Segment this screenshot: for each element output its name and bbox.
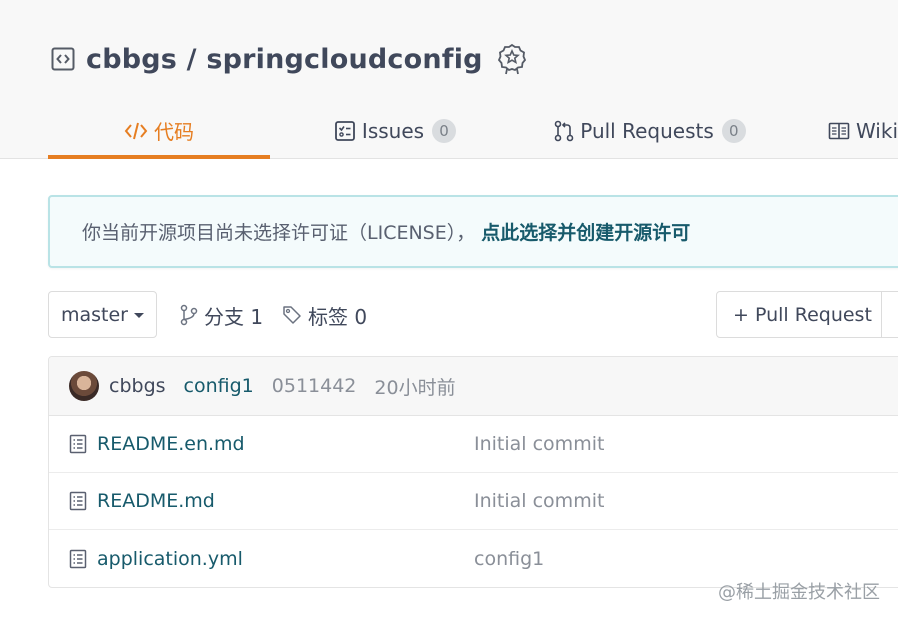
branches-link[interactable]: 分支 1 <box>180 298 263 332</box>
issues-count-badge: 0 <box>432 118 457 143</box>
file-icon <box>69 491 87 511</box>
file-icon <box>69 434 87 454</box>
file-list: cbbgs config1 0511442 20小时前 README.en.md… <box>48 356 898 588</box>
wiki-book-icon <box>828 122 850 140</box>
tab-pull-requests[interactable]: Pull Requests 0 <box>520 102 780 159</box>
choose-license-link[interactable]: 点此选择并创建开源许可 <box>481 218 690 245</box>
pull-request-icon <box>554 120 574 142</box>
repo-tabs: 代码 Issues 0 Pull Requests 0 Wiki <box>48 102 898 159</box>
file-row[interactable]: README.en.md Initial commit <box>49 416 898 473</box>
branch-selector-value: master <box>60 303 128 326</box>
latest-commit-row: cbbgs config1 0511442 20小时前 <box>49 357 898 416</box>
commit-author[interactable]: cbbgs <box>109 375 166 397</box>
branch-selector[interactable]: master <box>48 291 157 338</box>
button-divider <box>881 292 882 337</box>
repo-title-bar: cbbgs / springcloudconfig <box>50 38 527 80</box>
tags-label: 标签 0 <box>308 304 368 329</box>
tab-issues-label: Issues <box>361 118 425 143</box>
repo-name[interactable]: cbbgs / springcloudconfig <box>86 44 483 75</box>
file-last-commit[interactable]: Initial commit <box>474 433 604 455</box>
tab-wiki-label: Wiki <box>855 118 898 143</box>
commit-sha[interactable]: 0511442 <box>272 375 357 397</box>
commit-time: 20小时前 <box>374 376 456 399</box>
recommend-badge-icon[interactable] <box>497 42 527 76</box>
issues-icon <box>334 120 356 142</box>
pull-requests-count-badge: 0 <box>721 118 746 143</box>
file-name[interactable]: README.md <box>97 490 215 512</box>
license-notice-message: 你当前开源项目尚未选择许可证（LICENSE）， <box>82 222 476 244</box>
commit-message[interactable]: config1 <box>184 375 254 397</box>
tag-icon <box>282 305 302 325</box>
file-last-commit[interactable]: Initial commit <box>474 490 604 512</box>
tab-code[interactable]: 代码 <box>48 102 270 159</box>
tags-link[interactable]: 标签 0 <box>282 298 367 332</box>
file-name[interactable]: application.yml <box>97 548 243 570</box>
repository-icon <box>50 46 76 72</box>
license-notice: 你当前开源项目尚未选择许可证（LICENSE）， 点此选择并创建开源许可 <box>48 195 898 268</box>
new-pull-request-label: + Pull Request <box>733 303 872 326</box>
repo-header: cbbgs / springcloudconfig 代码 Issues 0 Pu… <box>0 0 898 159</box>
watermark: @稀土掘金技术社区 <box>718 582 880 603</box>
code-icon <box>124 121 148 141</box>
branches-label: 分支 1 <box>204 304 264 329</box>
tab-wiki[interactable]: Wiki <box>780 102 898 159</box>
tab-issues[interactable]: Issues 0 <box>270 102 520 159</box>
caret-down-icon <box>134 313 144 318</box>
branch-icon <box>180 304 198 326</box>
file-icon <box>69 549 87 569</box>
tab-code-label: 代码 <box>154 120 194 144</box>
avatar[interactable] <box>69 371 99 401</box>
file-row[interactable]: README.md Initial commit <box>49 473 898 530</box>
file-last-commit[interactable]: config1 <box>474 548 544 570</box>
file-name[interactable]: README.en.md <box>97 433 245 455</box>
new-pull-request-button[interactable]: + Pull Request <box>716 291 898 338</box>
tab-pull-requests-label: Pull Requests <box>580 118 714 143</box>
